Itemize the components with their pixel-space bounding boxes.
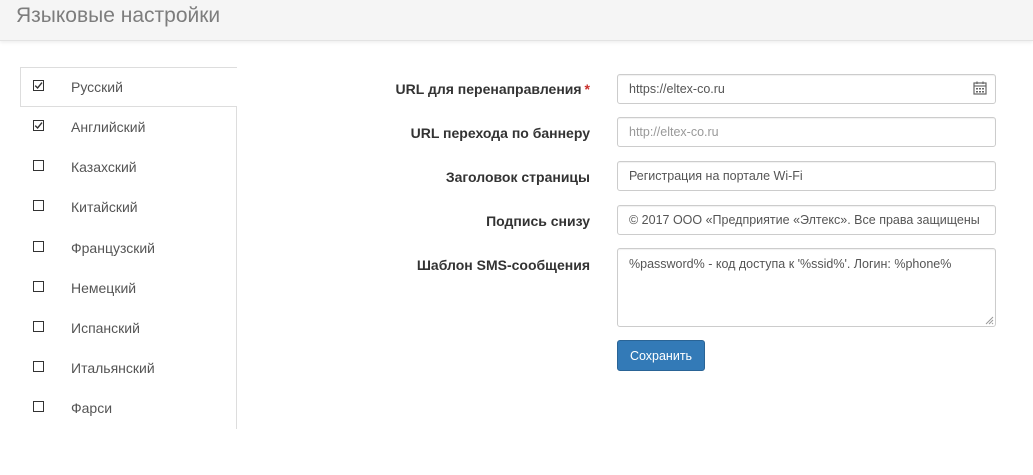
language-label: Русский: [71, 79, 123, 95]
page-title: Языковые настройки: [16, 4, 221, 27]
footer-input[interactable]: [617, 205, 996, 235]
page-title-label: Заголовок страницы: [445, 169, 590, 185]
calendar-icon[interactable]: [973, 81, 987, 95]
language-label: Итальянский: [71, 360, 155, 377]
checkbox[interactable]: [33, 200, 44, 212]
required-mark: *: [584, 81, 590, 97]
checkbox[interactable]: [33, 240, 44, 252]
redirect-url-input[interactable]: [617, 74, 996, 104]
language-item[interactable]: Английский: [20, 107, 237, 148]
language-label: Китайский: [71, 199, 138, 216]
language-item[interactable]: Немецкий: [20, 267, 237, 308]
checkbox[interactable]: [33, 401, 44, 413]
language-item[interactable]: Французский: [20, 227, 237, 268]
language-item[interactable]: Казахский: [20, 147, 237, 188]
footer-label: Подпись снизу: [486, 213, 590, 229]
language-item[interactable]: Итальянский: [20, 348, 237, 389]
page-title-input[interactable]: [617, 161, 996, 191]
checkbox[interactable]: [33, 280, 44, 292]
language-item[interactable]: Испанский: [20, 307, 237, 349]
language-label: Испанский: [71, 319, 140, 336]
language-item[interactable]: Китайский: [20, 187, 237, 228]
save-button[interactable]: Сохранить: [617, 340, 705, 371]
checkbox[interactable]: [33, 320, 44, 332]
language-list: Русский Английский Казахский Китайский Ф…: [20, 67, 237, 429]
checkbox[interactable]: [33, 120, 44, 131]
checkbox[interactable]: [33, 361, 44, 373]
language-label: Фарси: [71, 400, 113, 417]
checkbox[interactable]: [33, 80, 44, 91]
language-label: Английский: [71, 119, 146, 135]
checkbox[interactable]: [33, 160, 44, 172]
page-header: Языковые настройки: [0, 0, 1033, 41]
sms-template-label: Шаблон SMS-сообщения: [416, 257, 590, 273]
redirect-url-label: URL для перенаправления *: [290, 81, 590, 97]
redirect-url-label-text: URL для перенаправления: [395, 81, 582, 97]
resize-grip-icon[interactable]: [985, 316, 994, 325]
banner-url-input[interactable]: [617, 117, 996, 147]
check-icon: [34, 122, 43, 130]
language-label: Немецкий: [71, 279, 137, 296]
language-item[interactable]: Фарси: [20, 388, 237, 429]
banner-url-label: URL перехода по баннеру: [410, 125, 590, 141]
sms-template-textarea[interactable]: %password% - код доступа к '%ssid%'. Лог…: [617, 248, 996, 327]
language-label: Казахский: [71, 159, 137, 176]
language-label: Французский: [71, 239, 155, 256]
language-item[interactable]: Русский: [20, 67, 237, 107]
check-icon: [34, 82, 43, 90]
